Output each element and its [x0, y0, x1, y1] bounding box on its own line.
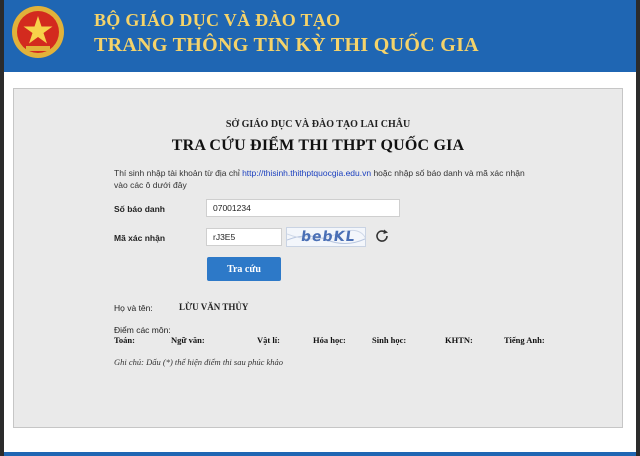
subject-literature-label: Ngữ văn: — [171, 335, 205, 345]
refresh-icon[interactable] — [374, 228, 390, 244]
review-note: Ghi chú: Dấu (*) thể hiện điểm thi sau p… — [114, 357, 284, 367]
scores-label: Điểm các môn: — [114, 325, 171, 335]
search-button[interactable]: Tra cứu — [207, 257, 281, 281]
captcha-text: bebKL — [299, 229, 357, 245]
captcha-image: bebKL — [286, 227, 366, 247]
site-header: BỘ GIÁO DỤC VÀ ĐÀO TẠO TRANG THÔNG TIN K… — [4, 0, 636, 72]
lookup-panel: SỞ GIÁO DỤC VÀ ĐÀO TẠO LAI CHÂU TRA CỨU … — [13, 88, 623, 428]
ministry-name: BỘ GIÁO DỤC VÀ ĐÀO TẠO — [94, 10, 341, 30]
subject-physics-label: Vật lí: — [257, 335, 280, 345]
subject-math-label: Toán: — [114, 335, 135, 345]
intro-text-before: Thí sinh nhập tài khoản từ địa chỉ — [114, 168, 243, 178]
page-title: TRA CỨU ĐIỂM THI THPT QUỐC GIA — [171, 137, 465, 154]
candidate-number-input[interactable] — [206, 199, 400, 217]
site-title: TRANG THÔNG TIN KỲ THI QUỐC GIA — [94, 34, 479, 56]
instructions-text: Thí sinh nhập tài khoản từ địa chỉ http:… — [114, 167, 534, 191]
subject-chemistry-label: Hóa học: — [313, 335, 346, 345]
captcha-input[interactable] — [206, 228, 282, 246]
state-emblem-icon — [12, 6, 64, 58]
candidate-number-label: Số báo danh — [114, 204, 165, 214]
full-name-value: LỪU VĂN THỦY — [179, 302, 249, 312]
captcha-label: Mã xác nhận — [114, 233, 166, 243]
full-name-label: Họ và tên: — [114, 303, 153, 313]
subject-english-label: Tiếng Anh: — [504, 335, 545, 345]
subject-natural-science-label: KHTN: — [445, 335, 473, 345]
subject-biology-label: Sinh học: — [372, 335, 407, 345]
candidate-portal-link[interactable]: http://thisinh.thithptquocgia.edu.vn — [242, 168, 371, 178]
window-right-border — [636, 0, 640, 456]
footer-strip — [4, 452, 636, 456]
department-name: SỞ GIÁO DỤC VÀ ĐÀO TẠO LAI CHÂU — [225, 119, 411, 130]
